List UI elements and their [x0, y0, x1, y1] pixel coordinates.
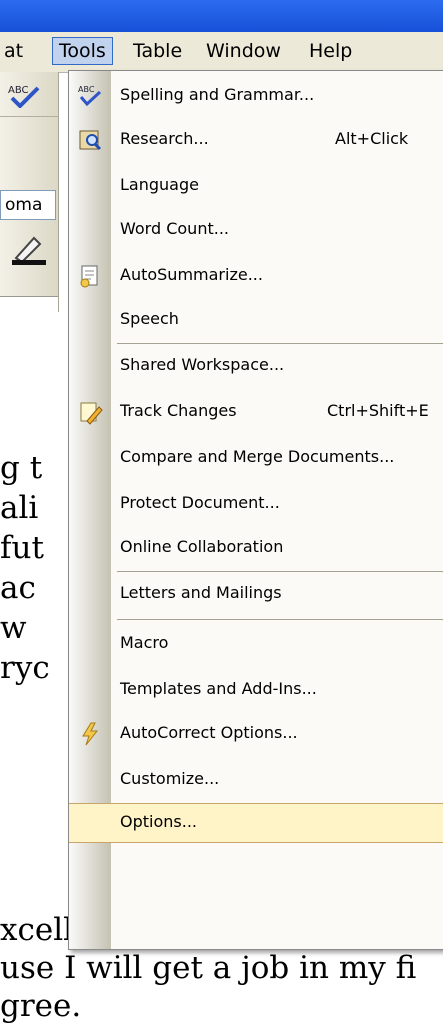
font-name-box[interactable]: oma	[0, 190, 56, 220]
menu-item-autocorrect-options[interactable]: AutoCorrect Options...	[69, 715, 443, 753]
menu-item-label: Customize...	[120, 769, 220, 788]
menu-item-label: Track Changes	[120, 401, 237, 420]
menu-item-label: Letters and Mailings	[120, 583, 282, 602]
menu-item-label: Options...	[120, 812, 197, 831]
menu-item-letters-and-mailings[interactable]: Letters and Mailings	[69, 575, 443, 613]
menu-item-label: Research...	[120, 129, 209, 148]
menu-item-label: Online Collaboration	[120, 537, 284, 556]
menu-item-macro[interactable]: Macro	[69, 625, 443, 663]
menu-item-shortcut: Ctrl+Shift+E	[327, 401, 429, 420]
svg-text:ABC: ABC	[8, 85, 29, 96]
menu-item-label: Compare and Merge Documents...	[120, 447, 395, 466]
tools-menu-dropdown: ABC Spelling and Grammar... Research... …	[68, 70, 443, 950]
document-line: use I will get a job in my fi	[0, 950, 417, 986]
menu-separator	[117, 619, 443, 620]
autocorrect-lightning-icon	[82, 722, 99, 746]
menu-item-options[interactable]: Options...	[69, 803, 443, 843]
document-line: ali	[0, 490, 39, 526]
menu-item-shortcut: Alt+Click	[335, 129, 409, 148]
menu-item-label: Protect Document...	[120, 493, 280, 512]
document-line: w	[0, 610, 27, 646]
spelling-abc-icon: ABC	[78, 85, 102, 107]
menu-window[interactable]: Window	[200, 38, 287, 64]
menu-item-language[interactable]: Language	[69, 167, 443, 205]
menu-tools[interactable]: Tools	[52, 37, 113, 65]
document-line: ryc	[0, 650, 50, 686]
menu-item-customize[interactable]: Customize...	[69, 761, 443, 799]
document-line: fut	[0, 530, 44, 566]
menu-item-compare-and-merge[interactable]: Compare and Merge Documents...	[69, 439, 443, 477]
autosummarize-icon	[80, 265, 98, 288]
menu-item-label: AutoCorrect Options...	[120, 723, 298, 742]
menu-help[interactable]: Help	[303, 38, 358, 64]
toolbar-strip: ABC oma	[0, 72, 59, 342]
menu-separator	[117, 571, 443, 572]
menu-item-track-changes[interactable]: Track Changes Ctrl+Shift+E	[69, 393, 443, 431]
menu-item-shared-workspace[interactable]: Shared Workspace...	[69, 347, 443, 385]
spelling-check-icon[interactable]: ABC	[6, 82, 46, 108]
menu-table[interactable]: Table	[127, 38, 188, 64]
menu-item-label: Shared Workspace...	[120, 355, 285, 374]
document-line: g t	[0, 450, 43, 486]
document-line: ac	[0, 570, 36, 606]
menu-item-research[interactable]: Research... Alt+Click	[69, 121, 443, 159]
menu-item-label: Templates and Add-Ins...	[120, 679, 317, 698]
svg-text:ABC: ABC	[78, 85, 95, 94]
research-book-icon	[79, 130, 102, 151]
menu-bar: at Tools Table Window Help	[0, 32, 443, 73]
toolbar-divider	[0, 116, 58, 117]
menu-item-online-collaboration[interactable]: Online Collaboration	[69, 529, 443, 567]
menu-item-protect-document[interactable]: Protect Document...	[69, 485, 443, 523]
menu-item-word-count[interactable]: Word Count...	[69, 211, 443, 249]
menu-item-label: Spelling and Grammar...	[120, 85, 315, 104]
menu-item-templates-and-add-ins[interactable]: Templates and Add-Ins...	[69, 671, 443, 709]
highlight-pen-icon[interactable]	[10, 232, 50, 266]
menu-item-label: AutoSummarize...	[120, 265, 263, 284]
menu-item-spelling-and-grammar[interactable]: ABC Spelling and Grammar...	[69, 77, 443, 115]
title-bar	[0, 0, 443, 32]
menu-item-label: Language	[120, 175, 199, 194]
document-line: gree.	[0, 988, 82, 1024]
menu-item-label: Speech	[120, 309, 179, 328]
menu-format[interactable]: at	[0, 38, 29, 64]
menu-item-label: Macro	[120, 633, 169, 652]
menu-item-speech[interactable]: Speech	[69, 301, 443, 339]
track-changes-icon	[80, 402, 103, 425]
menu-separator	[117, 343, 443, 344]
menu-item-label: Word Count...	[120, 219, 229, 238]
menu-item-autosummarize[interactable]: AutoSummarize...	[69, 257, 443, 295]
